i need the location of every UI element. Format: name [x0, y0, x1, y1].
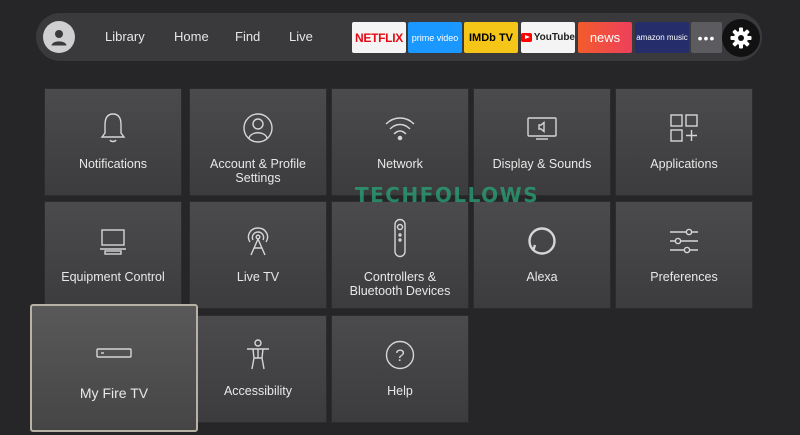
profile-avatar[interactable] — [43, 21, 75, 53]
app-news-label: news — [589, 30, 621, 45]
gear-icon — [730, 27, 752, 49]
tile-equipment-control[interactable]: Equipment Control — [44, 201, 182, 309]
tile-account-profile-settings[interactable]: Account & Profile Settings — [189, 88, 327, 196]
more-dots-icon: ••• — [697, 29, 716, 46]
tile-notifications[interactable]: Notifications — [44, 88, 182, 196]
tile-my-fire-tv[interactable]: My Fire TV — [30, 304, 198, 432]
app-news[interactable]: news — [578, 22, 632, 53]
top-navigation-bar: Library Home Find Live NETFLIX prime vid… — [36, 13, 762, 61]
accessibility-icon — [247, 339, 269, 370]
tile-live-tv[interactable]: Live TV — [189, 201, 327, 309]
tile-controllers-bluetooth[interactable]: Controllers & Bluetooth Devices — [331, 201, 469, 309]
tile-label: Account & Profile Settings — [210, 157, 306, 185]
tile-label: Alexa — [526, 270, 558, 284]
user-icon — [51, 30, 67, 46]
settings-button[interactable] — [722, 19, 760, 57]
app-imdb-tv[interactable]: IMDb TV — [464, 22, 518, 53]
tile-applications[interactable]: Applications — [615, 88, 753, 196]
app-netflix[interactable]: NETFLIX — [352, 22, 406, 53]
more-apps-button[interactable]: ••• — [691, 22, 722, 53]
tile-label: Equipment Control — [61, 270, 165, 284]
tile-label: Notifications — [78, 157, 148, 171]
tile-accessibility[interactable]: Accessibility — [189, 315, 327, 423]
app-youtube[interactable]: YouTube — [521, 22, 575, 53]
svg-text:?: ? — [395, 346, 404, 365]
app-netflix-label: NETFLIX — [355, 30, 403, 45]
app-youtube-label: YouTube — [533, 32, 575, 43]
tile-label: Help — [387, 384, 413, 398]
watermark-text: TECHFOLLOWS — [355, 183, 540, 207]
app-imdb-tv-label: IMDb TV — [469, 31, 513, 44]
tile-label: My Fire TV — [79, 385, 149, 401]
display-icon — [527, 117, 557, 140]
tile-label: Accessibility — [223, 384, 293, 398]
app-amazon-music-label: amazon music — [636, 33, 688, 42]
tile-label: Network — [377, 157, 423, 171]
nav-home[interactable]: Home — [174, 29, 209, 45]
alexa-icon — [528, 227, 556, 255]
apps-grid-icon — [670, 114, 698, 142]
remote-icon — [394, 218, 406, 258]
fire-tv-device-icon — [96, 348, 132, 358]
tile-alexa[interactable]: Alexa — [473, 201, 611, 309]
tile-help[interactable]: ? Help — [331, 315, 469, 423]
app-prime-video[interactable]: prime video — [408, 22, 462, 53]
tile-network[interactable]: Network — [331, 88, 469, 196]
tile-label: Live TV — [236, 270, 280, 284]
app-prime-video-label: prime video — [411, 32, 459, 43]
antenna-icon — [247, 227, 269, 256]
tile-label: Display & Sounds — [492, 157, 592, 171]
tile-display-sounds[interactable]: Display & Sounds — [473, 88, 611, 196]
tile-preferences[interactable]: Preferences — [615, 201, 753, 309]
tile-label: Controllers & Bluetooth Devices — [349, 270, 451, 298]
account-icon — [243, 113, 273, 143]
tile-label: Applications — [650, 157, 718, 171]
sliders-icon — [670, 228, 698, 254]
wifi-icon — [385, 117, 415, 141]
help-icon: ? — [385, 340, 415, 370]
tile-label: Preferences — [650, 270, 718, 284]
nav-live[interactable]: Live — [289, 29, 313, 45]
nav-library[interactable]: Library — [105, 29, 145, 45]
nav-find[interactable]: Find — [235, 29, 260, 45]
tv-equipment-icon — [100, 229, 126, 255]
youtube-play-icon — [521, 33, 532, 42]
bell-icon — [100, 113, 126, 143]
app-amazon-music[interactable]: amazon music — [635, 22, 689, 53]
